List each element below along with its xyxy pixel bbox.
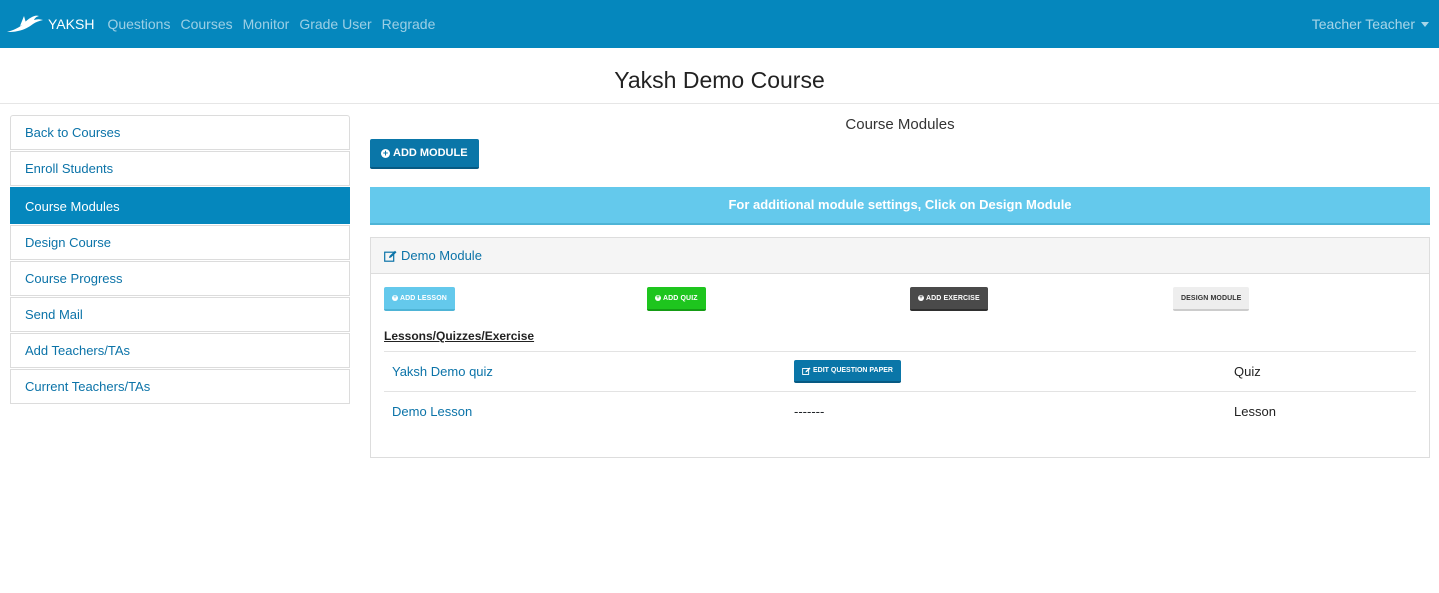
design-module-button[interactable]: DESIGN MODULE	[1173, 287, 1250, 311]
brand-link[interactable]: YAKSH	[6, 13, 94, 35]
units-table: Yaksh Demo quiz EDIT QUESTION PAPER Quiz	[384, 351, 1416, 431]
unit-name-link[interactable]: Yaksh Demo quiz	[384, 351, 794, 392]
sidebar-item-course-modules[interactable]: Course Modules	[10, 187, 350, 224]
sidebar-item-design-course[interactable]: Design Course	[10, 225, 350, 260]
section-heading: Course Modules	[845, 116, 955, 133]
sidebar-item-add-teachers[interactable]: Add Teachers/TAs	[10, 333, 350, 368]
info-banner: For additional module settings, Click on…	[370, 187, 1430, 225]
sidebar-item-current-teachers[interactable]: Current Teachers/TAs	[10, 369, 350, 404]
sidebar-item-back-to-courses[interactable]: Back to Courses	[10, 115, 350, 150]
nav-questions[interactable]: Questions	[107, 16, 170, 32]
add-lesson-button[interactable]: + ADD LESSON	[384, 287, 455, 311]
unit-name-link[interactable]: Demo Lesson	[384, 391, 794, 431]
user-name: Teacher Teacher	[1311, 16, 1415, 32]
design-module-label: DESIGN MODULE	[1181, 294, 1242, 302]
brand-name: YAKSH	[48, 16, 95, 32]
page-title: Yaksh Demo Course	[0, 48, 1439, 104]
add-module-label: ADD MODULE	[393, 147, 468, 159]
unit-action-cell: EDIT QUESTION PAPER	[794, 351, 1234, 392]
sidebar-item-send-mail[interactable]: Send Mail	[10, 297, 350, 332]
plus-circle-icon: +	[918, 295, 924, 301]
edit-question-paper-button[interactable]: EDIT QUESTION PAPER	[794, 360, 901, 383]
module-name: Demo Module	[401, 248, 482, 263]
sidebar-item-course-progress[interactable]: Course Progress	[10, 261, 350, 296]
table-row: Yaksh Demo quiz EDIT QUESTION PAPER Quiz	[384, 351, 1416, 392]
caret-down-icon	[1421, 21, 1429, 27]
table-row: Demo Lesson ------- Lesson	[384, 391, 1416, 431]
bird-logo-icon	[7, 15, 43, 32]
add-lesson-label: ADD LESSON	[400, 294, 447, 302]
nav-courses[interactable]: Courses	[180, 16, 232, 32]
module-card: Demo Module + ADD LESSON + ADD QUIZ + AD…	[370, 237, 1430, 458]
main-content: Course Modules + ADD MODULE For addition…	[370, 115, 1430, 458]
plus-circle-icon: +	[381, 147, 390, 158]
add-exercise-button[interactable]: + ADD EXERCISE	[910, 287, 988, 311]
edit-icon	[802, 366, 811, 375]
lessons-section-title: Lessons/Quizzes/Exercise	[384, 329, 535, 343]
sidebar-item-enroll-students[interactable]: Enroll Students	[10, 151, 350, 186]
edit-icon	[384, 250, 397, 262]
user-menu[interactable]: Teacher Teacher	[1312, 16, 1429, 32]
sidebar: Back to Courses Enroll Students Course M…	[10, 115, 350, 405]
add-exercise-label: ADD EXERCISE	[926, 294, 980, 302]
plus-circle-icon: +	[655, 295, 661, 301]
add-quiz-label: ADD QUIZ	[663, 294, 698, 302]
unit-action-placeholder: -------	[794, 391, 1234, 431]
top-navbar: YAKSH Questions Courses Monitor Grade Us…	[0, 0, 1439, 48]
module-body: + ADD LESSON + ADD QUIZ + ADD EXERCISE D…	[371, 274, 1429, 431]
nav-monitor[interactable]: Monitor	[243, 16, 290, 32]
module-button-row: + ADD LESSON + ADD QUIZ + ADD EXERCISE D…	[384, 287, 1416, 311]
edit-question-paper-label: EDIT QUESTION PAPER	[813, 367, 893, 374]
module-header-link[interactable]: Demo Module	[371, 238, 1429, 274]
nav-regrade[interactable]: Regrade	[382, 16, 436, 32]
unit-type: Quiz	[1234, 351, 1416, 392]
unit-type: Lesson	[1234, 391, 1416, 431]
plus-circle-icon: +	[392, 295, 398, 301]
nav-grade-user[interactable]: Grade User	[299, 16, 371, 32]
add-quiz-button[interactable]: + ADD QUIZ	[647, 287, 706, 311]
add-module-button[interactable]: + ADD MODULE	[370, 139, 479, 169]
